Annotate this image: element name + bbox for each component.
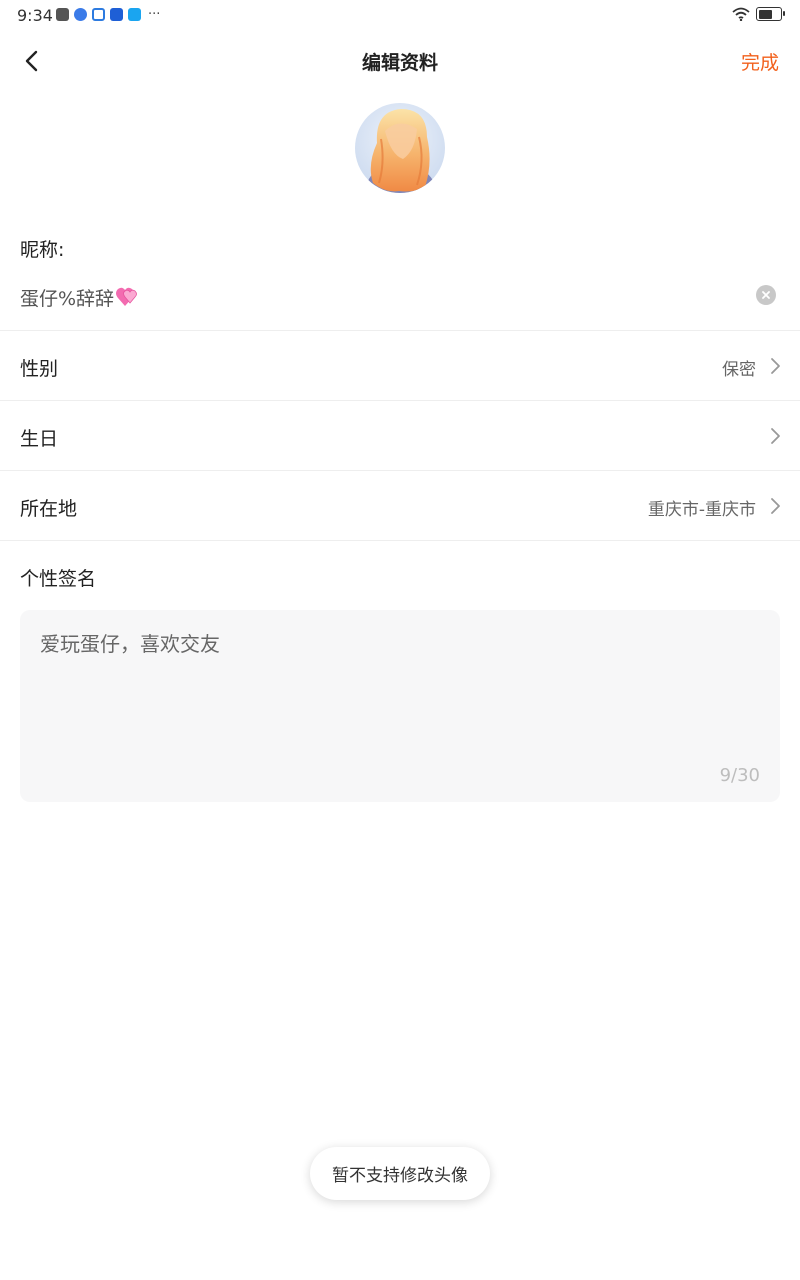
battery-icon xyxy=(756,7,785,21)
birthday-label: 生日 xyxy=(20,428,59,450)
location-row[interactable]: 所在地 重庆市-重庆市 xyxy=(0,471,800,541)
status-time: 9:34 xyxy=(17,6,53,25)
signature-char-count: 9/30 xyxy=(719,765,760,786)
chevron-right-icon xyxy=(771,498,780,514)
nickname-value-wrap: 蛋仔%辞辞 xyxy=(20,284,139,311)
done-button[interactable]: 完成 xyxy=(741,48,779,75)
heart-emoji-icon xyxy=(116,287,137,306)
more-notifications-icon: ··· xyxy=(148,6,161,22)
toast-message: 暂不支持修改头像 xyxy=(310,1147,490,1200)
gender-value: 保密 xyxy=(722,360,756,380)
location-label: 所在地 xyxy=(20,498,78,520)
wifi-icon xyxy=(732,7,750,21)
nickname-value: 蛋仔%辞辞 xyxy=(20,288,115,310)
chevron-right-icon xyxy=(771,358,780,374)
birthday-row[interactable]: 生日 xyxy=(0,401,800,471)
gender-label: 性别 xyxy=(20,358,59,380)
avatar-image xyxy=(355,103,445,193)
nav-bar: 编辑资料 完成 xyxy=(0,30,800,90)
status-app-icons: ··· xyxy=(56,8,160,21)
status-right xyxy=(732,7,785,21)
close-icon xyxy=(762,291,770,299)
app-icon-2 xyxy=(74,8,87,21)
chevron-right-icon xyxy=(771,428,780,444)
app-icon-4 xyxy=(110,8,123,21)
signature-label: 个性签名 xyxy=(20,568,97,590)
nickname-label: 昵称: xyxy=(20,239,65,261)
nickname-field[interactable]: 蛋仔%辞辞 xyxy=(0,265,800,331)
app-icon-3 xyxy=(92,8,105,21)
app-icon-5 xyxy=(128,8,141,21)
avatar[interactable] xyxy=(355,103,445,193)
status-bar: 9:34 ··· xyxy=(0,0,800,30)
gender-row[interactable]: 性别 保密 xyxy=(0,331,800,401)
clear-nickname-button[interactable] xyxy=(756,285,776,305)
signature-text: 爱玩蛋仔，喜欢交友 xyxy=(40,632,220,656)
signature-textarea[interactable]: 爱玩蛋仔，喜欢交友 9/30 xyxy=(20,610,780,802)
app-icon-1 xyxy=(56,8,69,21)
location-value: 重庆市-重庆市 xyxy=(647,500,756,520)
page-title: 编辑资料 xyxy=(361,52,438,74)
